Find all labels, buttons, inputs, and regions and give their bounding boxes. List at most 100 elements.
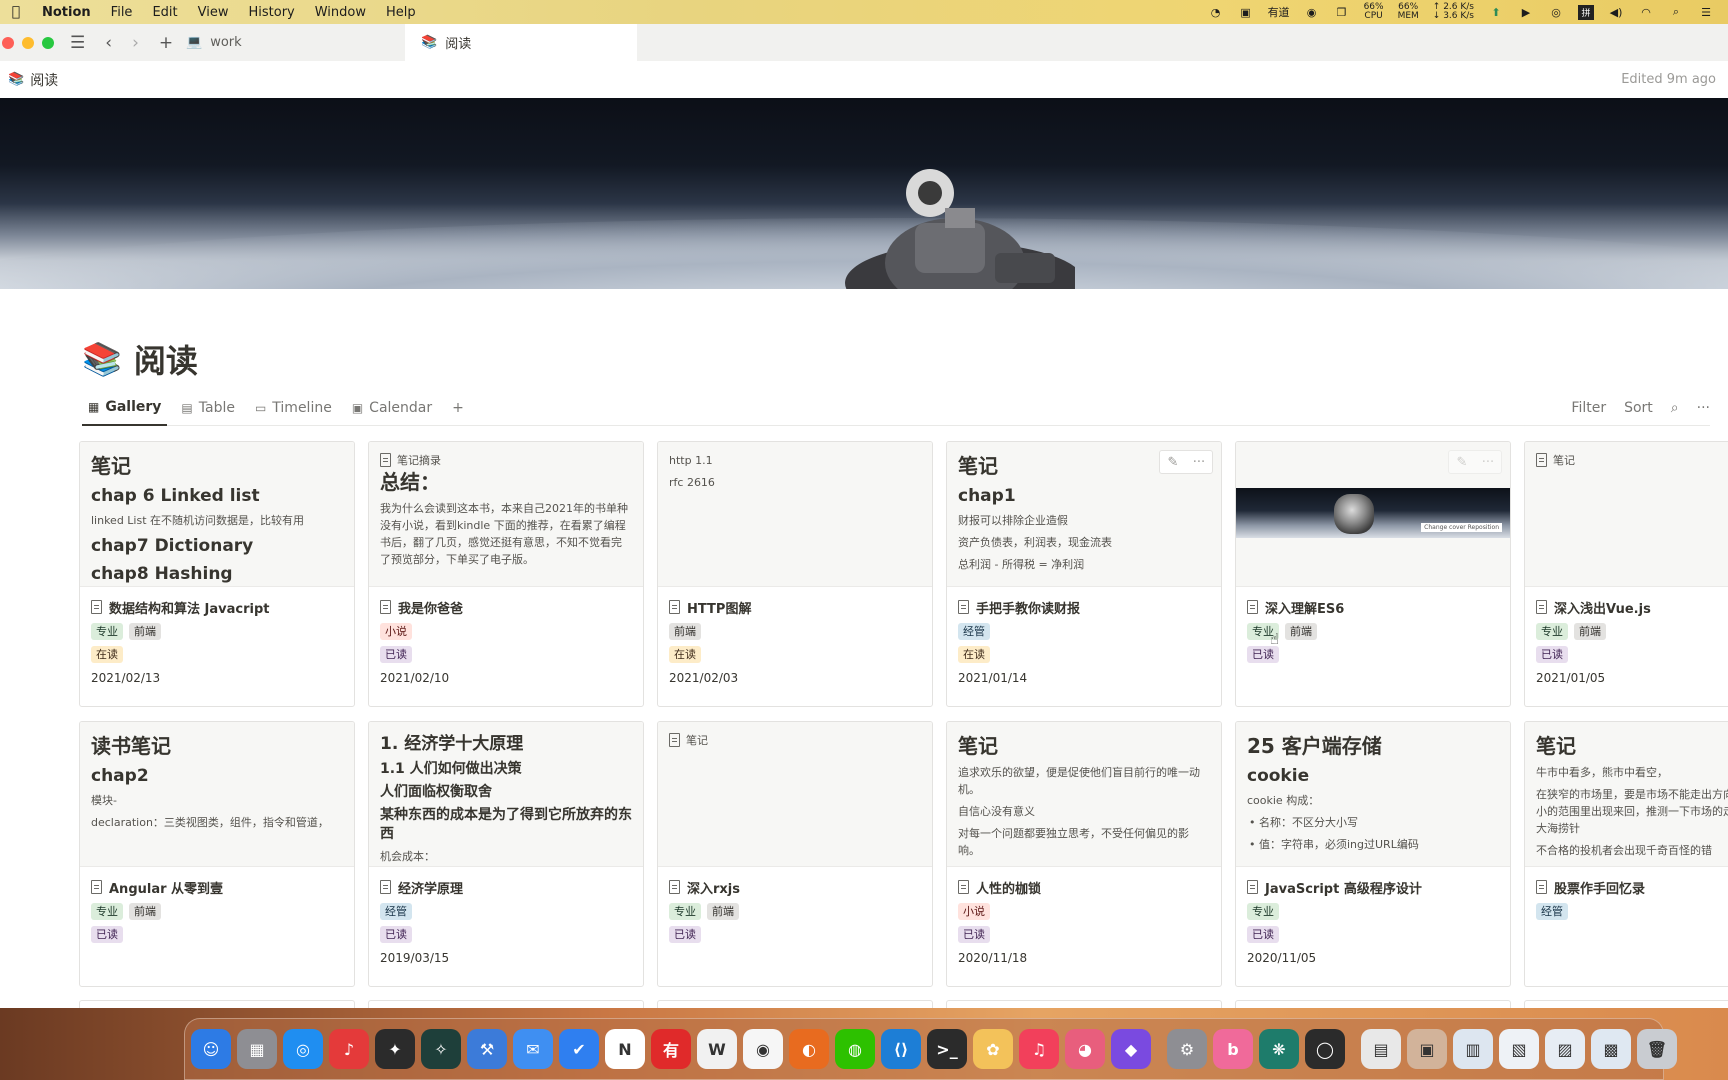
music-icon[interactable]: ♫ [1019,1029,1059,1069]
sidebar-toggle-icon[interactable]: ☰ [70,33,85,53]
card-title[interactable]: JavaScript 高级程序设计 [1247,877,1499,897]
bilibili-icon[interactable]: b [1213,1029,1253,1069]
menu-history[interactable]: History [238,5,304,20]
memory-monitor[interactable]: 66% MEM [1398,3,1419,21]
paw-print-icon[interactable]: ❋ [1259,1029,1299,1069]
tab-work[interactable]: 💻 work [170,24,405,61]
wps-icon[interactable]: W [697,1029,737,1069]
card-title[interactable]: HTTP图解 [669,597,921,617]
paw-icon[interactable]: ✿ [973,1029,1013,1069]
netease-music-icon[interactable]: ♪ [329,1029,369,1069]
finder-icon[interactable]: ☺ [191,1029,231,1069]
edit-icon[interactable]: ✎ [1160,451,1186,473]
download-icon[interactable]: ⬆ [1488,6,1504,19]
tab-gallery[interactable]: ▦ Gallery [82,390,168,426]
more-options-icon[interactable]: ··· [1475,451,1501,473]
breadcrumb[interactable]: 阅读 [30,70,58,90]
card-title[interactable]: 我是你爸爸 [380,597,632,617]
obsidian-icon[interactable]: ◆ [1111,1029,1151,1069]
gallery-card[interactable]: http 1.1 rfc 2616 HTTP图解 前端 在读 2021/02/03 [657,441,933,707]
input-method-icon[interactable]: 拼 [1578,4,1594,20]
gallery-card[interactable]: 1. 经济学十大原理 1.1 人们如何做出决策 人们面临权衡取舍 某种东西的成本是为了… [368,721,644,987]
add-view-button[interactable]: + [446,390,470,426]
menu-file[interactable]: File [101,5,143,20]
gallery-card[interactable]: 25 客户端存储 cookie cookie 构成： 名称：不区分大小写值：字符串，必… [1235,721,1511,987]
books-icon[interactable]: 📚 [82,340,122,378]
more-options-icon[interactable]: ··· [1697,400,1710,416]
gallery-card[interactable]: 笔记 深入浅出Vue.js 专业 前端 已读 2021/01/05 [1524,441,1728,707]
tab-reading[interactable]: 📚 阅读 [405,24,637,61]
gallery-card[interactable]: Change cover Reposition ✎ ··· 深入理解ES6 专业 前端 已读 [1235,441,1511,707]
gallery-card[interactable]: 笔记 chap 6 Linked list linked List 在不随机访问数据… [79,441,355,707]
cover-image[interactable] [0,98,1728,289]
safari-icon[interactable]: ◎ [283,1029,323,1069]
vscode-icon[interactable]: ⟨⟩ [881,1029,921,1069]
page-title-text[interactable]: 阅读 [134,336,198,382]
menu-app-notion[interactable]: Notion [32,5,101,20]
todo-icon[interactable]: ✔ [559,1029,599,1069]
wifi-icon[interactable]: ◠ [1638,6,1654,19]
firefox-icon[interactable]: ◐ [789,1029,829,1069]
control-center-icon[interactable]: ☰ [1698,6,1714,19]
close-button[interactable] [2,36,14,49]
gallery-card[interactable]: 笔记 深入rxjs 专业 前端 已读 [657,721,933,987]
gallery-card[interactable]: 笔记 chap1 财报可以排除企业造假 资产负债表，利润表，现金流表 总利润 - 所得税… [946,441,1222,707]
search-icon[interactable]: ⌕ [1668,5,1684,19]
gallery-card[interactable]: 笔记 追求欢乐的欲望，便是促使他们盲目前行的唯一动机。 自信心没有意义 对每一个问题都… [946,721,1222,987]
menu-window[interactable]: Window [305,5,376,20]
edit-icon[interactable]: ✎ [1449,451,1475,473]
windows-icon[interactable]: ❐ [1334,6,1350,19]
tab-calendar[interactable]: ▣ Calendar [346,390,438,426]
mindnode-icon[interactable]: ◕ [1065,1029,1105,1069]
gallery-card[interactable]: 笔记摘录 总结： 我为什么会读到这本书，本来自己2021年的书单种没有小说，看到ki… [368,441,644,707]
play-icon[interactable]: ▶ [1518,6,1534,19]
cpu-monitor[interactable]: 66% CPU [1364,3,1384,21]
trash-icon[interactable]: 🗑 [1637,1029,1677,1069]
zoom-button[interactable] [42,36,54,49]
youdao-icon[interactable]: 有 [651,1029,691,1069]
tab-table[interactable]: ▤ Table [175,390,241,426]
wechat-icon[interactable]: ◍ [835,1029,875,1069]
menu-help[interactable]: Help [376,5,426,20]
back-arrow-icon[interactable]: ‹ [105,33,112,53]
chrome-icon[interactable]: ◉ [743,1029,783,1069]
system-preferences-icon[interactable]: ⚙ [1167,1029,1207,1069]
sort-button[interactable]: Sort [1624,400,1653,416]
mail-icon[interactable]: ✉ [513,1029,553,1069]
card-title[interactable]: 股票作手回忆录 [1536,877,1728,897]
card-title[interactable]: 深入浅出Vue.js [1536,597,1728,617]
downloads-folder-icon[interactable]: ▤ [1361,1029,1401,1069]
menu-edit[interactable]: Edit [142,5,187,20]
terminal-icon[interactable]: >_ [927,1029,967,1069]
obs-icon[interactable]: ◯ [1305,1029,1345,1069]
launchpad-icon[interactable]: ▦ [237,1029,277,1069]
youdao-status[interactable]: 有道 [1268,4,1290,20]
basketball-icon[interactable]: ◉ [1304,6,1320,19]
filter-button[interactable]: Filter [1571,400,1606,416]
card-title[interactable]: 手把手教你读财报 [958,597,1210,617]
card-title[interactable]: 深入rxjs [669,877,921,897]
apple-icon[interactable]:  [0,4,32,20]
gallery-card[interactable]: 笔记牛市中看多，熊市中看空， 在狭窄的市场里，要是市场不能走出方向，总在这么小的范… [1524,721,1728,987]
photo-folder-icon[interactable]: ▣ [1407,1029,1447,1069]
notion-icon[interactable]: N [605,1029,645,1069]
xcode-icon[interactable]: ⚒ [467,1029,507,1069]
grid-folder-icon[interactable]: ▩ [1591,1029,1631,1069]
network-monitor[interactable]: ↑ 2.6 K/s ↓ 3.6 K/s [1433,3,1474,21]
documents-folder-icon[interactable]: ▧ [1499,1029,1539,1069]
menu-view[interactable]: View [188,5,239,20]
card-title[interactable]: 经济学原理 [380,877,632,897]
files-folder-icon[interactable]: ▨ [1545,1029,1585,1069]
card-title[interactable]: Angular 从零到壹 [91,877,343,897]
volume-icon[interactable]: ◀) [1608,6,1624,19]
gallery-card[interactable]: 读书笔记 chap2 模块-declaration：三类视图类，组件，指令和管道， A… [79,721,355,987]
forward-arrow-icon[interactable]: › [132,33,139,53]
card-title[interactable]: 数据结构和算法 Javacript [91,597,343,617]
game-icon[interactable]: ✦ [375,1029,415,1069]
search-icon[interactable]: ⌕ [1671,400,1679,416]
card-title[interactable]: 人性的枷锁 [958,877,1210,897]
more-options-icon[interactable]: ··· [1186,451,1212,473]
feather-icon[interactable]: ✧ [421,1029,461,1069]
tab-timeline[interactable]: ▭ Timeline [249,390,338,426]
calendar-icon[interactable]: ▣ [1238,6,1254,19]
